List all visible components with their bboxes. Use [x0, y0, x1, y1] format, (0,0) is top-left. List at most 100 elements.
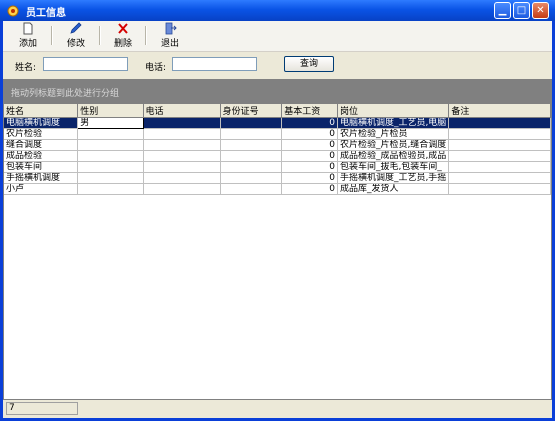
cell-phone[interactable]	[143, 117, 221, 129]
cell-phone[interactable]	[143, 150, 221, 162]
toolbar-separator	[99, 26, 101, 45]
exit-door-icon	[165, 22, 177, 35]
cell-remarks[interactable]	[448, 128, 551, 140]
cell-base-salary[interactable]: 0	[281, 150, 338, 162]
cell-position[interactable]: 成品库_发货人	[337, 183, 450, 195]
cell-remarks[interactable]	[448, 172, 551, 184]
cell-id-number[interactable]	[220, 117, 283, 129]
cell-base-salary[interactable]: 0	[281, 183, 338, 195]
title-bar[interactable]: 员工信息 ▁ □ ✕	[0, 0, 555, 21]
edit-button[interactable]: 修改	[59, 22, 93, 50]
exit-label: 退出	[160, 39, 179, 49]
new-doc-icon	[23, 22, 33, 35]
table-row[interactable]: 小卢 0 成品库_发货人	[4, 183, 551, 195]
maximize-button[interactable]: □	[513, 2, 530, 19]
maximize-icon: □	[516, 5, 527, 16]
table-row[interactable]: 农片检验 0 农片检验_片检员	[4, 128, 551, 140]
cell-gender[interactable]	[77, 150, 144, 162]
table-row[interactable]: 缝合调度 0 农片检验_片检员,缝合调度	[4, 139, 551, 151]
cell-remarks[interactable]	[448, 161, 551, 173]
add-label: 添加	[18, 39, 37, 49]
group-hint: 拖动列标题到此处进行分组	[11, 89, 120, 99]
column-header-base-salary[interactable]: 基本工资	[281, 104, 338, 118]
employee-grid[interactable]: 姓名 性别 电话 身份证号 基本工资 岗位 备注 电脑横机调度 男 0 电脑横机…	[3, 103, 552, 400]
cell-phone[interactable]	[143, 172, 221, 184]
delete-label: 删除	[113, 39, 132, 49]
column-header-remarks[interactable]: 备注	[448, 104, 551, 118]
cell-remarks[interactable]	[448, 150, 551, 162]
cell-position[interactable]: 农片检验_片检员,缝合调度	[337, 139, 450, 151]
cell-base-salary[interactable]: 0	[281, 117, 338, 129]
edit-label: 修改	[66, 39, 85, 49]
header-row: 姓名 性别 电话 身份证号 基本工资 岗位 备注	[4, 104, 551, 118]
cell-name[interactable]: 包装车间	[4, 161, 79, 173]
add-button[interactable]: 添加	[11, 22, 45, 50]
cell-position[interactable]: 手摇横机调度_工艺员,手摇	[337, 172, 450, 184]
column-header-phone[interactable]: 电话	[143, 104, 221, 118]
cell-position[interactable]: 成品检验_成品检验员,成品	[337, 150, 450, 162]
table-row[interactable]: 手摇横机调度 0 手摇横机调度_工艺员,手摇	[4, 172, 551, 184]
cell-id-number[interactable]	[220, 128, 283, 140]
column-header-position[interactable]: 岗位	[337, 104, 450, 118]
cell-base-salary[interactable]: 0	[281, 139, 338, 151]
cell-id-number[interactable]	[220, 139, 283, 151]
close-icon: ✕	[536, 5, 545, 16]
cell-id-number[interactable]	[220, 161, 283, 173]
cell-base-salary[interactable]: 0	[281, 128, 338, 140]
toolbar-separator	[51, 26, 53, 45]
minimize-icon: ▁	[498, 5, 507, 16]
cell-name[interactable]: 成品检验	[4, 150, 79, 162]
cell-phone[interactable]	[143, 183, 221, 195]
cell-base-salary[interactable]: 0	[281, 172, 338, 184]
close-button[interactable]: ✕	[532, 2, 549, 19]
group-panel[interactable]: 拖动列标题到此处进行分组	[3, 79, 552, 103]
toolbar-separator	[145, 26, 147, 45]
cell-id-number[interactable]	[220, 150, 283, 162]
column-header-name[interactable]: 姓名	[4, 104, 79, 118]
cell-name[interactable]: 小卢	[4, 183, 79, 195]
app-window: 员工信息 ▁ □ ✕ 添加 修改 删除 退出 姓名: 电话: 查询 拖动列标题到…	[0, 0, 555, 421]
minimize-button[interactable]: ▁	[494, 2, 511, 19]
cell-gender[interactable]	[77, 139, 144, 151]
cell-id-number[interactable]	[220, 183, 283, 195]
cell-position[interactable]: 电脑横机调度_工艺员,电脑	[337, 117, 450, 129]
pencil-icon	[70, 22, 82, 34]
x-icon	[118, 23, 128, 34]
cell-remarks[interactable]	[448, 139, 551, 151]
window-title: 员工信息	[26, 8, 66, 19]
app-icon	[7, 5, 19, 17]
cell-remarks[interactable]	[448, 117, 551, 129]
name-label: 姓名:	[15, 63, 37, 73]
toolbar: 添加 修改 删除 退出	[3, 21, 552, 52]
cell-phone[interactable]	[143, 139, 221, 151]
cell-gender[interactable]	[77, 161, 144, 173]
cell-position[interactable]: 农片检验_片检员	[337, 128, 450, 140]
table-row[interactable]: 成品检验 0 成品检验_成品检验员,成品	[4, 150, 551, 162]
exit-button[interactable]: 退出	[153, 22, 187, 50]
status-bar: 7	[3, 400, 552, 418]
cell-gender-editor[interactable]: 男	[77, 117, 144, 129]
query-button[interactable]: 查询	[284, 56, 334, 72]
table-row[interactable]: 电脑横机调度 男 0 电脑横机调度_工艺员,电脑	[4, 117, 551, 129]
cell-base-salary[interactable]: 0	[281, 161, 338, 173]
cell-name[interactable]: 手摇横机调度	[4, 172, 79, 184]
cell-name[interactable]: 缝合调度	[4, 139, 79, 151]
cell-remarks[interactable]	[448, 183, 551, 195]
phone-input[interactable]	[172, 57, 257, 71]
column-header-gender[interactable]: 性别	[77, 104, 144, 118]
table-row[interactable]: 包装车间 0 包装车间_拔毛,包装车间_	[4, 161, 551, 173]
column-header-id-number[interactable]: 身份证号	[220, 104, 283, 118]
name-input[interactable]	[43, 57, 128, 71]
cell-phone[interactable]	[143, 161, 221, 173]
cell-gender[interactable]	[77, 183, 144, 195]
cell-phone[interactable]	[143, 128, 221, 140]
cell-gender[interactable]	[77, 128, 144, 140]
cell-name[interactable]: 农片检验	[4, 128, 79, 140]
cell-gender[interactable]	[77, 172, 144, 184]
delete-button[interactable]: 删除	[107, 22, 139, 50]
phone-label: 电话:	[145, 63, 167, 73]
cell-position[interactable]: 包装车间_拔毛,包装车间_	[337, 161, 450, 173]
search-bar: 姓名: 电话: 查询	[3, 52, 552, 78]
cell-name[interactable]: 电脑横机调度	[4, 117, 79, 129]
cell-id-number[interactable]	[220, 172, 283, 184]
